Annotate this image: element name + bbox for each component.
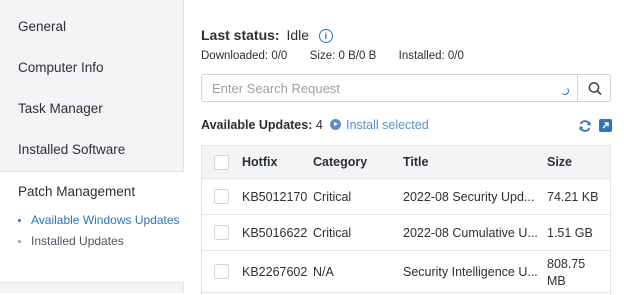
status-value: Idle: [286, 27, 310, 43]
sidebar-item-task-manager[interactable]: Task Manager: [0, 89, 183, 129]
play-icon: [330, 119, 341, 130]
bullet-icon: [18, 240, 21, 243]
cell-size: 74.21 KB: [547, 190, 599, 204]
sidebar-item-computer-info[interactable]: Computer Info: [0, 48, 183, 88]
downloaded-value: 0/0: [271, 50, 288, 62]
install-selected-button[interactable]: Install selected: [330, 118, 429, 132]
available-updates-count: 4: [315, 118, 323, 132]
column-header-title[interactable]: Title: [403, 155, 428, 169]
install-selected-label: Install selected: [346, 118, 429, 132]
cell-size: 808.75 MB: [547, 257, 586, 288]
column-header-category[interactable]: Category: [313, 155, 367, 169]
cell-category: N/A: [313, 265, 334, 279]
downloaded-label: Downloaded:: [201, 50, 269, 62]
cell-hotfix: KB5016622: [242, 226, 308, 240]
sidebar-item-label: Patch Management: [18, 184, 136, 199]
table-row[interactable]: KB5016622 Critical 2022-08 Cumulative U.…: [202, 215, 610, 251]
cell-category: Critical: [313, 226, 352, 240]
sidebar: General Computer Info Task Manager Insta…: [0, 0, 184, 293]
status-row: Last status: Idle i: [201, 27, 333, 43]
cell-hotfix: KB5012170: [242, 190, 308, 204]
table-row[interactable]: KB2267602 N/A Security Intelligence U...…: [202, 251, 610, 293]
sidebar-item-installed-software[interactable]: Installed Software: [0, 130, 183, 170]
search-input[interactable]: [201, 74, 577, 102]
status-label: Last status:: [201, 27, 280, 43]
cell-size: 1.51 GB: [547, 226, 593, 240]
stats-row: Downloaded: 0/0 Size: 0 B/0 B Installed:…: [201, 50, 464, 62]
sidebar-item-general[interactable]: General: [0, 7, 183, 47]
installed-label: Installed:: [398, 50, 445, 62]
row-checkbox[interactable]: [214, 189, 229, 204]
cell-title: 2022-08 Cumulative U...: [403, 226, 538, 240]
available-updates-row: Available Updates: 4: [201, 118, 323, 132]
available-updates-label: Available Updates:: [201, 118, 313, 132]
row-checkbox[interactable]: [214, 225, 229, 240]
cell-title: 2022-08 Security Upd...: [403, 190, 535, 204]
main-panel: Last status: Idle i Downloaded: 0/0 Size…: [184, 0, 624, 295]
table-row[interactable]: KB5012170 Critical 2022-08 Security Upd.…: [202, 179, 610, 215]
size-label: Size:: [309, 50, 336, 62]
spinner-icon: [561, 87, 569, 95]
submenu-available-windows-updates[interactable]: Available Windows Updates: [18, 213, 184, 228]
sidebar-item-patch-management[interactable]: Patch Management Available Windows Updat…: [0, 171, 184, 283]
updates-table: Hotfix Category Title Size KB5012170 Cri…: [201, 145, 611, 295]
installed-value: 0/0: [447, 50, 464, 62]
cell-title: Security Intelligence U...: [403, 265, 538, 279]
size-value: 0 B/0 B: [338, 50, 377, 62]
search-button[interactable]: [577, 74, 611, 102]
refresh-icon[interactable]: [578, 119, 592, 133]
bullet-icon: [18, 219, 21, 222]
cell-hotfix: KB2267602: [242, 265, 308, 279]
patch-management-submenu: Available Windows Updates Installed Upda…: [18, 213, 184, 249]
column-header-size[interactable]: Size: [547, 155, 572, 169]
table-header: Hotfix Category Title Size: [202, 146, 610, 179]
select-all-checkbox[interactable]: [214, 155, 229, 170]
search-icon: [588, 82, 602, 95]
submenu-label: Available Windows Updates: [31, 213, 180, 227]
row-checkbox[interactable]: [214, 264, 229, 279]
export-icon[interactable]: [599, 119, 612, 132]
submenu-installed-updates[interactable]: Installed Updates: [18, 234, 184, 249]
info-icon[interactable]: i: [318, 29, 333, 43]
cell-category: Critical: [313, 190, 352, 204]
column-header-hotfix[interactable]: Hotfix: [242, 155, 277, 169]
submenu-label: Installed Updates: [31, 234, 124, 248]
